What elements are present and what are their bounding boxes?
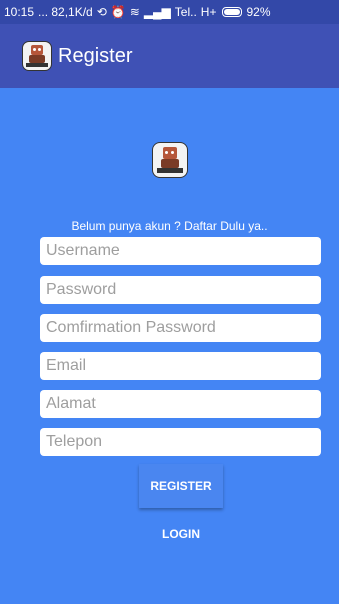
login-button[interactable]: LOGIN [139,520,223,548]
battery-icon [222,7,243,17]
page-title: Register [58,44,133,67]
app-logo-icon [22,41,52,71]
confirm-password-field[interactable] [40,314,321,342]
status-bar: 10:15 ... 82,1K/d ⟲ ⏰ ≋ ▂▄▆ Tel.. H+ 92% [0,0,339,24]
password-field[interactable] [40,276,321,304]
username-field[interactable] [40,237,321,265]
register-prompt: Belum punya akun ? Daftar Dulu ya.. [71,219,268,233]
alamat-field[interactable] [40,390,321,418]
battery-level: 92% [246,5,271,19]
wifi-icon: ≋ [129,5,140,19]
status-icons: ... 82,1K/d ⟲ ⏰ ≋ ▂▄▆ Tel.. H+ 92% [38,5,270,19]
email-field[interactable] [40,352,321,380]
app-toolbar: Register [0,24,339,88]
alarm-icon: ⏰ [110,5,126,19]
app-logo-icon [152,142,188,178]
network-type: H+ [200,5,217,19]
telepon-field[interactable] [40,428,321,456]
register-button[interactable]: REGISTER [139,464,223,508]
carrier-name: Tel.. [174,5,197,19]
signal-icon: ▂▄▆ [143,5,171,19]
status-time: 10:15 [4,5,35,19]
network-speed: ... 82,1K/d [38,5,93,19]
register-logo [152,142,188,178]
sync-icon: ⟲ [96,5,107,19]
